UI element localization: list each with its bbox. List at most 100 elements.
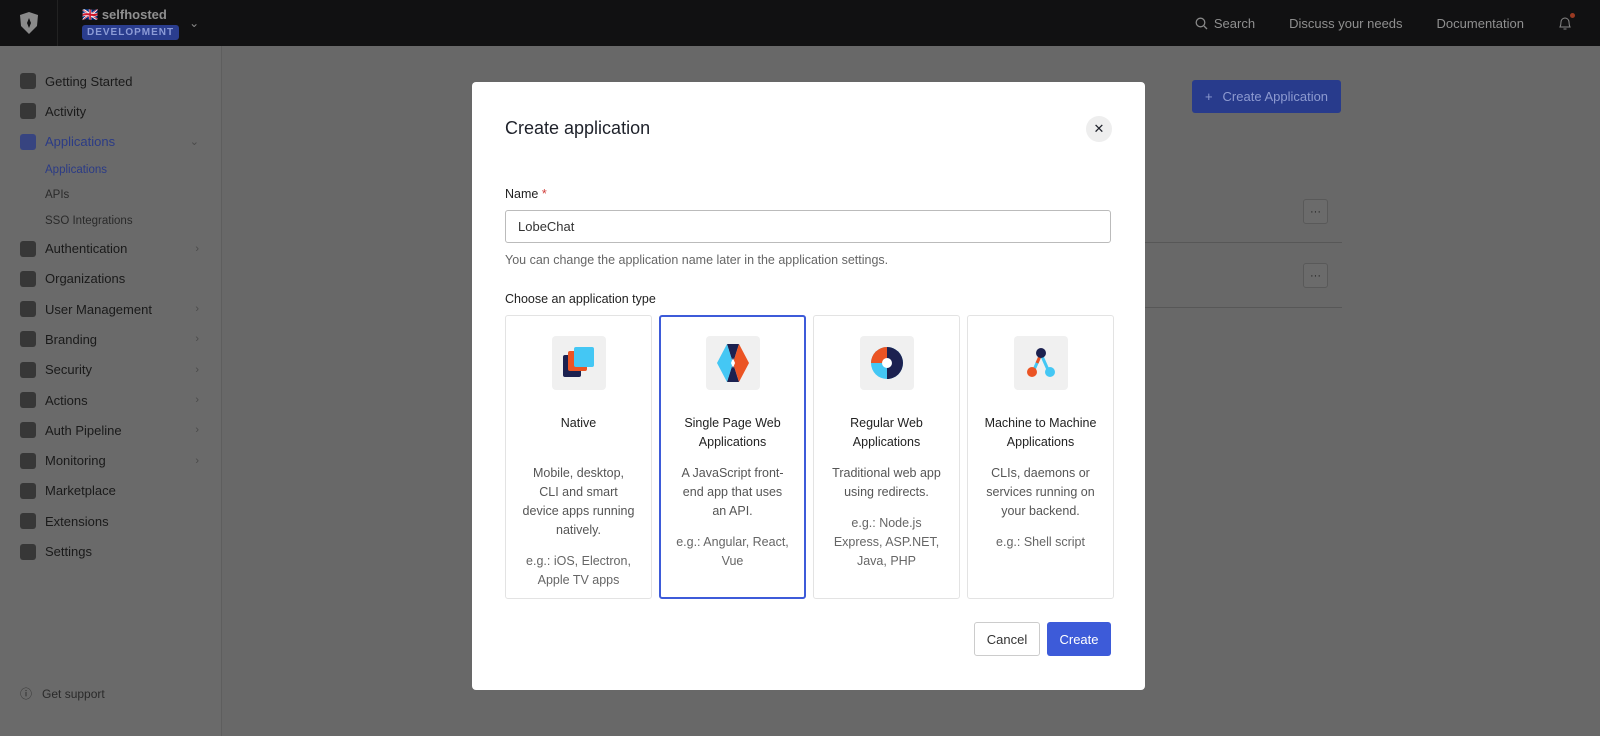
row-menu-button[interactable]: ··· [1303,263,1328,288]
sidebar-item-label: Marketplace [45,483,116,499]
sidebar-item-label: Security [45,362,92,378]
app-type-regular-web[interactable]: Regular Web Applications Traditional web… [813,315,960,599]
name-label-text: Name [505,187,539,201]
sidebar-sub-sso[interactable]: SSO Integrations [0,208,221,234]
sidebar-item-label: Organizations [45,271,126,287]
card-description: CLIs, daemons or services running on you… [986,466,1095,518]
sidebar-item-applications[interactable]: Applications ⌄ [0,127,221,157]
close-icon: ✕ [1093,121,1105,136]
environment-badge: DEVELOPMENT [82,24,180,40]
lightning-icon [20,73,36,90]
sidebar-item-label: Actions [45,392,88,408]
create-application-button[interactable]: + Create Application [1192,80,1341,113]
shield-icon [20,361,36,378]
card-title: Single Page Web Applications [684,416,781,449]
sidebar-item-label: Monitoring [45,453,106,469]
tenant-name-text: selfhosted [101,6,167,22]
name-input[interactable] [505,210,1111,243]
tenant-selector[interactable]: 🇬🇧 selfhosted DEVELOPMENT [82,6,180,40]
users-icon [20,301,36,318]
chevron-right-icon: › [195,454,199,467]
create-application-label: Create Application [1222,89,1329,104]
card-example: e.g.: Angular, React, Vue [676,535,789,568]
help-icon: ⓘ [20,687,33,701]
discuss-link[interactable]: Discuss your needs [1289,16,1402,31]
card-description: Mobile, desktop, CLI and smart device ap… [522,466,635,537]
sidebar-item-label: Branding [45,331,98,347]
machine-to-machine-icon [1013,336,1068,390]
sidebar-item-authentication[interactable]: Authentication › [0,233,221,263]
sidebar: Getting Started Activity Applications ⌄ A… [0,46,222,736]
search-icon [1195,17,1208,29]
sidebar-item-monitoring[interactable]: Monitoring › [0,445,221,475]
dialog-title: Create application [505,118,651,138]
card-example: e.g.: iOS, Electron, Apple TV apps [526,554,631,587]
row-menu-button[interactable]: ··· [1303,199,1328,224]
spa-icon [705,336,760,390]
chevron-right-icon: › [195,363,199,376]
chevron-right-icon: › [195,394,199,407]
required-marker: * [541,187,547,201]
bell-icon[interactable] [1558,12,1575,31]
native-icon [551,336,606,390]
sidebar-item-user-management[interactable]: User Management › [0,294,221,324]
card-example: e.g.: Shell script [996,535,1085,549]
create-button[interactable]: Create [1047,622,1111,656]
card-title: Regular Web Applications [850,416,923,449]
auth0-logo-icon[interactable] [0,0,58,46]
sidebar-item-extensions[interactable]: Extensions [0,506,221,536]
sidebar-item-activity[interactable]: Activity [0,96,221,126]
sidebar-item-auth-pipeline[interactable]: Auth Pipeline › [0,415,221,445]
extensions-icon [20,513,36,530]
sidebar-item-branding[interactable]: Branding › [0,324,221,354]
plus-icon: + [1204,89,1213,104]
name-label: Name * [505,187,547,201]
brush-icon [20,331,36,348]
sidebar-item-label: Auth Pipeline [45,422,122,438]
create-application-dialog: Create application ✕ Name * You can chan… [472,82,1145,690]
regular-web-icon [859,336,914,390]
chevron-right-icon: › [195,333,199,346]
search-label: Search [1213,15,1256,31]
authentication-icon [20,240,36,257]
cancel-button[interactable]: Cancel [974,622,1040,656]
sidebar-item-organizations[interactable]: Organizations [0,264,221,294]
activity-icon [20,103,36,120]
sidebar-item-label: User Management [45,301,152,317]
card-title: Native [560,416,597,430]
sidebar-item-marketplace[interactable]: Marketplace [0,476,221,506]
sidebar-item-label: Activity [45,103,87,119]
marketplace-icon [20,482,36,499]
name-help-text: You can change the application name late… [505,253,889,267]
chevron-right-icon: › [195,242,199,255]
sidebar-item-actions[interactable]: Actions › [0,385,221,415]
card-title: Machine to Machine Applications [984,416,1097,449]
sidebar-item-label: Authentication [45,241,128,257]
sidebar-sub-applications[interactable]: Applications [0,157,221,183]
documentation-link[interactable]: Documentation [1437,16,1524,31]
get-support-label: Get support [42,686,105,701]
chevron-down-icon[interactable]: ⌄ [189,16,199,30]
app-type-m2m[interactable]: Machine to Machine Applications CLIs, da… [967,315,1114,599]
sidebar-item-getting-started[interactable]: Getting Started [0,66,221,96]
search-link[interactable]: Search [1195,16,1255,31]
chevron-down-icon: ⌄ [189,136,199,149]
get-support-link[interactable]: ⓘ Get support [20,685,105,702]
actions-icon [20,392,36,409]
top-bar: 🇬🇧 selfhosted DEVELOPMENT ⌄ Search Discu… [0,0,1600,46]
chevron-right-icon: › [195,303,199,316]
applications-icon [20,133,36,150]
gear-icon [20,543,36,560]
app-type-label: Choose an application type [505,292,656,306]
app-type-spa[interactable]: Single Page Web Applications A JavaScrip… [659,315,806,599]
tenant-name: 🇬🇧 selfhosted [82,6,167,22]
organizations-icon [20,270,36,287]
sidebar-item-settings[interactable]: Settings [0,536,221,566]
sidebar-sub-apis[interactable]: APIs [0,182,221,208]
close-button[interactable]: ✕ [1086,116,1112,142]
card-description: Traditional web app using redirects. [832,466,941,499]
pipeline-icon [20,422,36,439]
sidebar-item-security[interactable]: Security › [0,355,221,385]
sidebar-item-label: Applications [45,134,116,150]
app-type-native[interactable]: Native Mobile, desktop, CLI and smart de… [505,315,652,599]
